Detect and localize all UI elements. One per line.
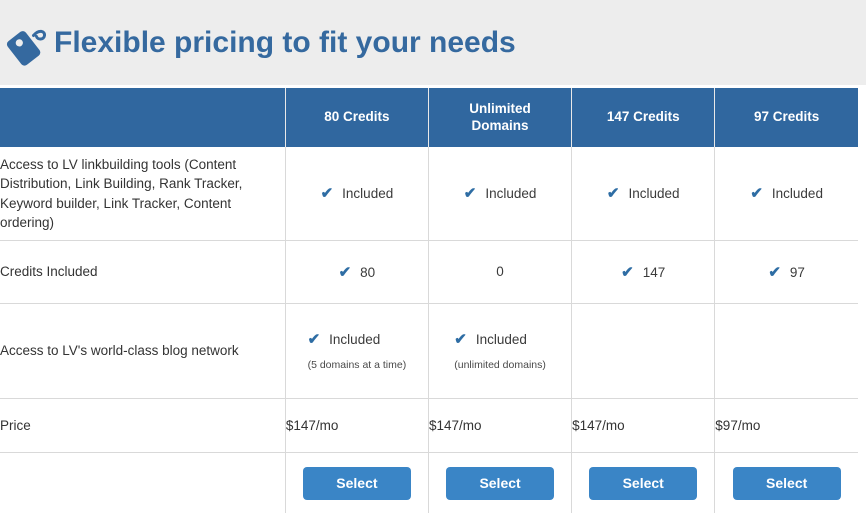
cell-credits-plan-2: 0 (428, 240, 573, 304)
table-row-linkbuilding-tools: Access to LV linkbuilding tools (Content… (0, 147, 858, 241)
cell-text: Included (628, 186, 680, 201)
header-cell-plan-2: Unlimited Domains (428, 88, 573, 147)
pricing-page: Flexible pricing to fit your needs 80 Cr… (0, 0, 866, 513)
check-icon: ✔ (606, 185, 620, 202)
pricing-table: 80 Credits Unlimited Domains 147 Credits… (0, 88, 858, 513)
cell-text: Included (329, 331, 381, 347)
price-tag-icon (6, 21, 48, 67)
header-cell-plan-4: 97 Credits (714, 88, 858, 147)
cell-text: 80 (360, 264, 376, 280)
select-button-plan-1[interactable]: Select (302, 466, 411, 500)
table-row-blog-network: Access to LV's world-class blog network … (0, 303, 858, 399)
cell-subnote: (unlimited domains) (454, 358, 546, 371)
cell-blog-plan-3 (571, 303, 716, 399)
cell-subnote: (5 domains at a time) (307, 358, 407, 371)
page-title: Flexible pricing to fit your needs (54, 25, 516, 59)
cell-text: Included (475, 331, 527, 347)
table-header-row: 80 Credits Unlimited Domains 147 Credits… (0, 88, 858, 147)
cell-text: 0 (496, 264, 504, 279)
cell-text: Included (771, 186, 823, 201)
header-cell-plan-1: 80 Credits (285, 88, 429, 147)
table-row-price: Price $147/mo $147/mo $147/mo $97/mo (0, 398, 858, 453)
table-row-credits-included: Credits Included ✔ 80 0 ✔ 147 ✔ 97 (0, 240, 858, 304)
row-label-linkbuilding-tools: Access to LV linkbuilding tools (Content… (0, 147, 286, 241)
cell-text: 97 (789, 264, 805, 280)
cell-blog-plan-4 (714, 303, 858, 399)
cell-price-plan-1: $147/mo (285, 398, 429, 453)
row-label-price: Price (0, 398, 286, 453)
select-button-plan-2[interactable]: Select (446, 466, 555, 500)
check-icon: ✔ (621, 263, 634, 281)
check-icon: ✔ (307, 330, 321, 348)
cell-buttons-feature (0, 452, 286, 513)
select-button-plan-3[interactable]: Select (589, 466, 698, 500)
cell-text: 147 (642, 264, 666, 280)
cell-credits-plan-3: ✔ 147 (571, 240, 716, 304)
cell-blog-plan-1: ✔ Included (5 domains at a time) (285, 303, 429, 399)
page-banner: Flexible pricing to fit your needs (0, 0, 866, 85)
row-label-blog-network: Access to LV's world-class blog network (0, 303, 286, 399)
row-label-credits-included: Credits Included (0, 240, 286, 304)
header-cell-plan-3: 147 Credits (571, 88, 716, 147)
table-row-select-buttons: Select Select Select Select (0, 452, 858, 513)
cell-credits-plan-1: ✔ 80 (285, 240, 429, 304)
check-icon: ✔ (454, 330, 467, 348)
cell-button-plan-4: Select (714, 452, 858, 513)
cell-tools-plan-4: ✔ Included (714, 147, 858, 241)
cell-tools-plan-2: ✔ Included (428, 147, 573, 241)
cell-price-plan-3: $147/mo (571, 398, 716, 453)
cell-price-plan-4: $97/mo (714, 398, 858, 453)
cell-text: Included (485, 186, 537, 201)
cell-button-plan-3: Select (571, 452, 716, 513)
check-icon: ✔ (463, 185, 477, 202)
cell-credits-plan-4: ✔ 97 (714, 240, 858, 304)
cell-price-plan-2: $147/mo (428, 398, 573, 453)
cell-text: Included (342, 186, 394, 201)
cell-tools-plan-3: ✔ Included (571, 147, 716, 241)
cell-button-plan-1: Select (285, 452, 429, 513)
check-icon: ✔ (750, 185, 763, 202)
header-cell-feature (0, 88, 286, 147)
header-plan-2-line1: Unlimited (469, 100, 531, 116)
check-icon: ✔ (768, 263, 781, 281)
check-icon: ✔ (338, 263, 352, 281)
cell-tools-plan-1: ✔ Included (285, 147, 429, 241)
header-plan-2-line2: Domains (471, 117, 529, 133)
select-button-plan-4[interactable]: Select (732, 466, 841, 500)
cell-blog-plan-2: ✔ Included (unlimited domains) (428, 303, 573, 399)
check-icon: ✔ (320, 185, 334, 202)
cell-button-plan-2: Select (428, 452, 573, 513)
